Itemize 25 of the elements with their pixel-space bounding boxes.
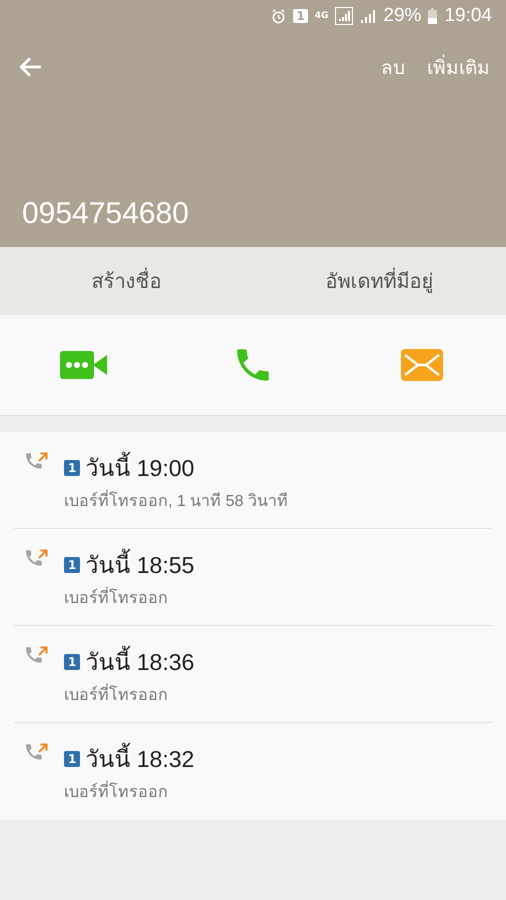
sim-badge: 1 (64, 654, 80, 670)
alarm-icon (271, 8, 286, 24)
phone-number: 0954754680 (21, 197, 190, 231)
contact-button[interactable]: อัพเดทที่มีอยู่ (253, 247, 506, 315)
call-detail: เบอร์ที่โทรออก, 1 นาที 58 วินาที (64, 488, 288, 513)
sim-badge: 1 (64, 460, 80, 476)
call-detail: เบอร์ที่โทรออก (64, 682, 194, 707)
video-call-icon (60, 349, 108, 381)
clock: 19:04 (444, 5, 492, 27)
call-time: วันนี้ 19:00 (85, 450, 194, 486)
mail-icon (400, 349, 443, 381)
sim-badge: 1 (64, 751, 80, 767)
sim-badge: 1 (293, 9, 308, 23)
call-detail: เบอร์ที่โทรออก (64, 585, 194, 610)
contact-button[interactable]: สร้างชื่อ (0, 247, 253, 315)
signal-icon (360, 8, 376, 24)
sim-badge: 1 (64, 557, 80, 573)
call-time: วันนี้ 18:55 (85, 547, 194, 583)
battery-icon (428, 8, 438, 24)
signal-icon (335, 7, 354, 25)
call-detail: เบอร์ที่โทรออก (64, 779, 194, 804)
call-time: วันนี้ 18:32 (85, 741, 194, 777)
call-time: วันนี้ 18:36 (85, 644, 194, 680)
battery-level: 29% (383, 5, 422, 27)
network-label: 4G (314, 12, 328, 20)
